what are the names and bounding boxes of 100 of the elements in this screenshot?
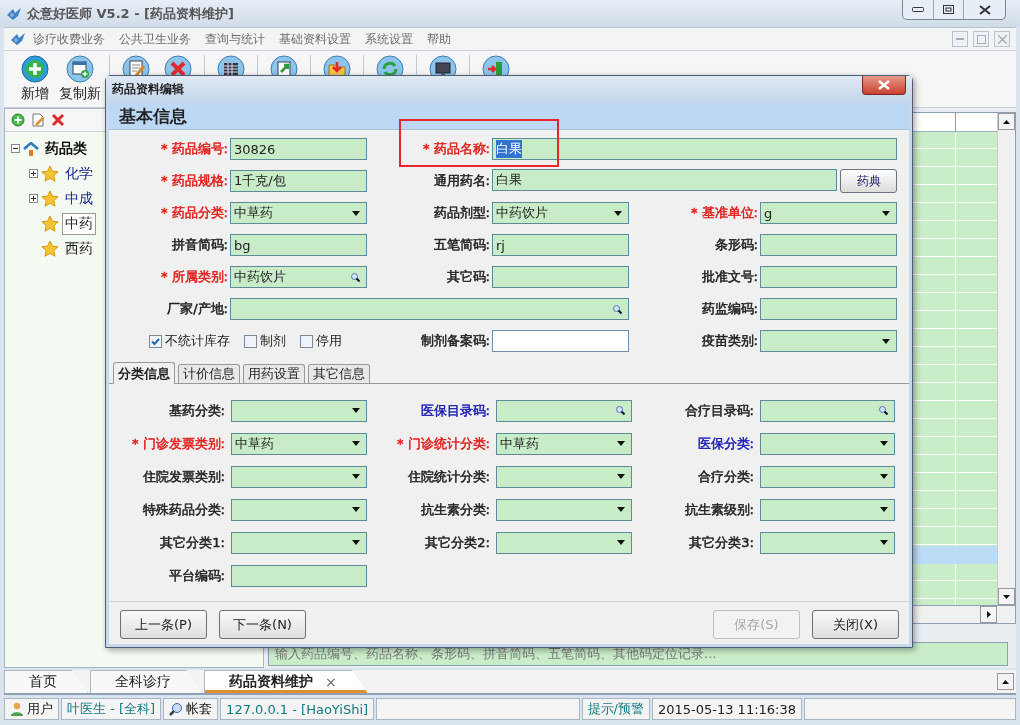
dropdown[interactable] xyxy=(496,531,632,554)
add-icon[interactable] xyxy=(11,113,25,127)
lookup-field[interactable]: 中药饮片 xyxy=(230,266,367,288)
next-button[interactable]: 下一条(N) xyxy=(219,610,306,639)
caret-icon xyxy=(880,507,888,512)
caret-icon xyxy=(352,210,360,216)
dropdown[interactable] xyxy=(231,498,367,521)
tree-item[interactable]: 中成 xyxy=(62,187,96,210)
collapse-icon[interactable] xyxy=(11,144,20,153)
tree-item[interactable]: 中药 xyxy=(62,212,96,235)
checkbox[interactable] xyxy=(149,334,162,348)
checkbox-label[interactable]: 制剂 xyxy=(260,332,286,350)
tab[interactable]: 全科诊疗 xyxy=(90,670,202,693)
checkbox[interactable] xyxy=(300,334,313,348)
dropdown[interactable]: 中草药 xyxy=(231,432,367,455)
status-time: 2015-05-13 11:16:38 xyxy=(651,698,802,720)
tab[interactable]: 用药设置 xyxy=(243,364,305,383)
input-field[interactable] xyxy=(760,298,897,320)
scroll-up-button[interactable] xyxy=(998,113,1015,130)
expand-icon[interactable] xyxy=(29,194,38,203)
dialog-title: 药品资料编辑 xyxy=(112,81,184,98)
close-button[interactable]: 关闭(X) xyxy=(812,610,899,639)
search-icon xyxy=(879,406,888,415)
search-icon xyxy=(351,272,360,282)
close-button[interactable] xyxy=(862,76,906,95)
close-tab-button[interactable]: × xyxy=(325,674,337,690)
menu-item[interactable]: 诊疗收费业务 xyxy=(26,30,112,48)
scroll-right-button[interactable] xyxy=(980,606,997,623)
close-icon xyxy=(997,34,1007,44)
checkbox-label[interactable]: 不统计库存 xyxy=(165,332,230,350)
field-label: 合疗目录码: xyxy=(684,402,754,418)
lookup-button[interactable]: 药典 xyxy=(840,169,897,193)
expand-icon[interactable] xyxy=(29,169,38,178)
caret-icon xyxy=(617,507,625,512)
field-label: 其它分类1: xyxy=(160,534,225,550)
dropdown[interactable]: 中药饮片 xyxy=(492,202,629,224)
dropdown[interactable] xyxy=(496,498,632,521)
field-label: 住院发票类别: xyxy=(142,468,225,484)
input-field[interactable]: 1千克/包 xyxy=(230,170,367,192)
lookup-field[interactable] xyxy=(230,298,629,320)
field-label: * 基准单位: xyxy=(691,205,758,220)
tab[interactable]: 药品资料维护 × xyxy=(204,670,368,693)
mdi-minimize-button[interactable] xyxy=(952,31,968,47)
tab[interactable]: 其它信息 xyxy=(308,364,370,383)
toolbar-button[interactable]: 新增 xyxy=(14,55,56,103)
dropdown[interactable]: 中草药 xyxy=(230,202,367,224)
tab[interactable]: 首页 xyxy=(4,670,88,693)
caret-icon xyxy=(352,474,360,479)
tree-item[interactable]: 药品类 xyxy=(42,137,90,160)
input-field[interactable]: bg xyxy=(230,234,367,256)
scroll-down-button[interactable] xyxy=(998,588,1015,605)
field-label: 其它分类3: xyxy=(689,534,754,550)
input-field[interactable] xyxy=(760,266,897,288)
checkbox[interactable] xyxy=(244,334,257,348)
caret-icon xyxy=(352,408,360,413)
input-field[interactable] xyxy=(492,330,629,352)
section-header: 基本信息 xyxy=(109,103,909,130)
dropdown[interactable] xyxy=(760,330,897,352)
field-label: 其它分类2: xyxy=(425,534,490,550)
tree-item[interactable]: 西药 xyxy=(62,237,96,260)
field-label: * 门诊发票类别: xyxy=(132,435,225,451)
previous-button[interactable]: 上一条(P) xyxy=(120,610,207,639)
dropdown[interactable] xyxy=(496,465,632,488)
field-label: 医保目录码: xyxy=(420,402,490,418)
mdi-close-button[interactable] xyxy=(994,31,1010,47)
toolbar-button[interactable]: 复制新 xyxy=(56,55,104,103)
edit-icon[interactable] xyxy=(31,113,45,127)
delete-icon[interactable] xyxy=(51,113,65,127)
caret-icon xyxy=(614,210,622,216)
dropdown[interactable]: 中草药 xyxy=(496,432,632,455)
input-field[interactable]: 30826 xyxy=(230,138,367,160)
input-field[interactable]: 白果 xyxy=(492,138,897,160)
dropdown[interactable] xyxy=(231,531,367,554)
dropdown[interactable] xyxy=(231,399,367,422)
tab[interactable]: 计价信息 xyxy=(178,364,240,383)
dropdown[interactable] xyxy=(760,465,895,488)
menu-item[interactable]: 系统设置 xyxy=(358,30,420,48)
tab[interactable]: 分类信息 xyxy=(113,362,175,384)
input-field[interactable]: rj xyxy=(492,234,629,256)
alert-link[interactable]: 提示/预警 xyxy=(581,698,650,720)
menu-item[interactable]: 公共卫生业务 xyxy=(112,30,198,48)
lookup-field[interactable] xyxy=(496,399,632,422)
dropdown[interactable] xyxy=(760,432,895,455)
mdi-restore-button[interactable] xyxy=(973,31,989,47)
checkbox-label[interactable]: 停用 xyxy=(316,332,342,350)
field-label: 厂家/产地: xyxy=(167,301,228,316)
lookup-field[interactable] xyxy=(760,399,895,422)
dropdown[interactable] xyxy=(760,531,895,554)
menu-item[interactable]: 基础资料设置 xyxy=(272,30,358,48)
input-field[interactable] xyxy=(760,234,897,256)
dropdown[interactable]: g xyxy=(760,202,897,224)
dropdown[interactable] xyxy=(760,498,895,521)
input-field[interactable]: 白果 xyxy=(492,169,837,191)
menu-item[interactable]: 查询与统计 xyxy=(198,30,272,48)
tree-item[interactable]: 化学 xyxy=(62,162,96,185)
dropdown[interactable] xyxy=(231,465,367,488)
input-field[interactable] xyxy=(492,266,629,288)
menu-item[interactable]: 帮助 xyxy=(420,30,458,48)
input-field[interactable] xyxy=(231,564,367,587)
scroll-up-button[interactable] xyxy=(997,673,1014,690)
